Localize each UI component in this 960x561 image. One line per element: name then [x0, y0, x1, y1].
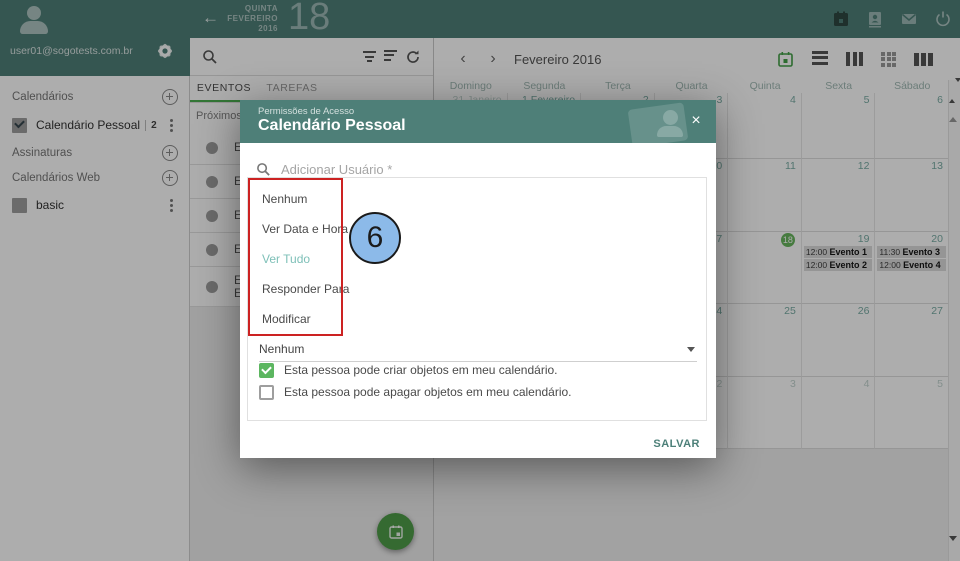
- dialog-title: Calendário Pessoal: [258, 117, 406, 135]
- permission-checkbox-row[interactable]: Esta pessoa pode apagar objetos em meu c…: [259, 382, 699, 402]
- checkbox-unchecked[interactable]: [259, 385, 274, 400]
- search-icon: [256, 162, 271, 177]
- checkbox-label: Esta pessoa pode apagar objetos em meu c…: [284, 385, 572, 399]
- annotation-highlight-box: [248, 178, 343, 336]
- checkbox-checked[interactable]: [259, 363, 274, 378]
- rights-select-value: Nenhum: [259, 342, 304, 356]
- chevron-down-icon: [687, 347, 695, 352]
- dialog-header: Permissões de Acesso Calendário Pessoal …: [240, 100, 716, 143]
- add-user-input[interactable]: [279, 161, 696, 178]
- annotation-step-number: 6: [367, 221, 384, 255]
- annotation-step-marker: 6: [349, 212, 401, 264]
- permission-checkbox-row[interactable]: Esta pessoa pode criar objetos em meu ca…: [259, 360, 699, 380]
- checkbox-label: Esta pessoa pode criar objetos em meu ca…: [284, 363, 558, 377]
- rights-select[interactable]: Nenhum: [259, 338, 697, 362]
- sogo-calendar-app: user01@sogotests.com.br Calendários Cale…: [0, 0, 960, 561]
- close-icon[interactable]: ×: [686, 111, 706, 131]
- dialog-overline: Permissões de Acesso: [258, 106, 354, 117]
- save-button[interactable]: SALVAR: [653, 438, 700, 450]
- contact-folder-watermark-icon: [630, 102, 686, 143]
